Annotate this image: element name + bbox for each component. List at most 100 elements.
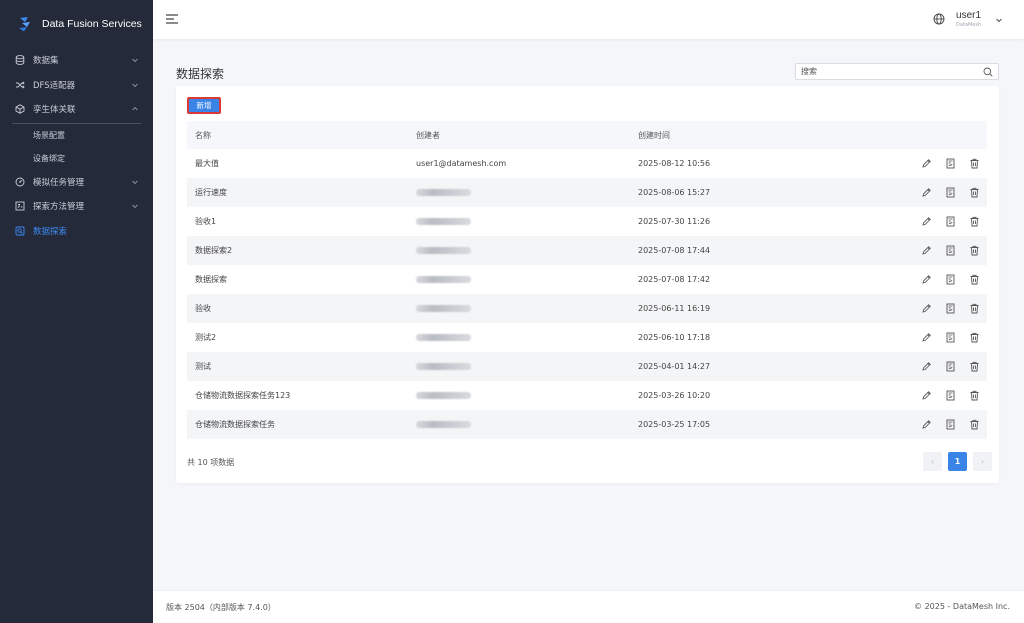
edit-icon[interactable]: [920, 360, 932, 372]
edit-icon[interactable]: [920, 273, 932, 285]
search-input[interactable]: [796, 64, 976, 79]
column-header-creator: 创建者: [416, 130, 440, 140]
add-button[interactable]: 新增: [187, 97, 221, 114]
report-icon[interactable]: [944, 418, 956, 430]
row-creator: [416, 304, 471, 313]
sidebar-item-datasets[interactable]: 数据集: [0, 48, 153, 73]
row-name: 仓储物流数据探索任务: [195, 420, 275, 429]
row-actions: [920, 360, 980, 372]
edit-icon[interactable]: [920, 186, 932, 198]
row-creator: [416, 420, 471, 429]
top-header: user1 DataMesh: [153, 0, 1024, 39]
user-org: DataMesh: [956, 22, 982, 28]
table-row[interactable]: 测试 2025-04-01 14:27: [187, 352, 987, 381]
edit-icon[interactable]: [920, 244, 932, 256]
cube-icon: [15, 104, 25, 114]
sidebar-item-twin-association[interactable]: 孪生体关联: [0, 97, 153, 122]
delete-icon[interactable]: [968, 186, 980, 198]
chevron-down-icon[interactable]: [995, 16, 1003, 24]
edit-icon[interactable]: [920, 302, 932, 314]
delete-icon[interactable]: [968, 244, 980, 256]
row-name: 验收1: [195, 217, 217, 226]
sidebar-item-label: 数据集: [33, 56, 59, 67]
page-button-current[interactable]: 1: [948, 452, 967, 471]
report-icon[interactable]: [944, 273, 956, 285]
delete-icon[interactable]: [968, 360, 980, 372]
row-name: 数据探索2: [195, 246, 233, 255]
search-icon[interactable]: [983, 67, 993, 77]
redacted-creator: [416, 421, 471, 428]
report-icon[interactable]: [944, 389, 956, 401]
sidebar-item-explore-methods[interactable]: 探索方法管理: [0, 194, 153, 219]
logo-icon: [19, 17, 30, 32]
table-row[interactable]: 验收 2025-06-11 16:19: [187, 294, 987, 323]
delete-icon[interactable]: [968, 157, 980, 169]
sidebar-item-label: 孪生体关联: [33, 105, 76, 116]
user-menu[interactable]: user1 DataMesh: [956, 10, 981, 28]
delete-icon[interactable]: [968, 331, 980, 343]
row-creator: [416, 217, 471, 226]
redacted-creator: [416, 189, 471, 196]
report-icon[interactable]: [944, 215, 956, 227]
next-page-button[interactable]: ›: [973, 452, 992, 471]
table-row[interactable]: 仓储物流数据探索任务 2025-03-25 17:05: [187, 410, 987, 439]
brand-title: Data Fusion Services: [42, 18, 142, 30]
version-text: 版本 2504（内部版本 7.4.0）: [166, 603, 276, 612]
sidebar-item-dfs-adapter[interactable]: DFS适配器: [0, 73, 153, 98]
row-time: 2025-04-01 14:27: [638, 362, 711, 371]
table-row[interactable]: 仓储物流数据探索任务123 2025-03-26 10:20: [187, 381, 987, 410]
table-row[interactable]: 最大值 user1@datamesh.com 2025-08-12 10:56: [187, 149, 987, 178]
copyright-text: © 2025 - DataMesh Inc.: [914, 602, 1010, 611]
report-icon[interactable]: [944, 302, 956, 314]
total-count: 共 10 项数据: [187, 458, 235, 467]
table-row[interactable]: 验收1 2025-07-30 11:26: [187, 207, 987, 236]
report-icon[interactable]: [944, 186, 956, 198]
row-creator: [416, 391, 471, 400]
delete-icon[interactable]: [968, 418, 980, 430]
row-actions: [920, 157, 980, 169]
explore-icon: [15, 226, 25, 236]
redacted-creator: [416, 247, 471, 254]
report-icon[interactable]: [944, 157, 956, 169]
prev-page-button[interactable]: ‹: [923, 452, 942, 471]
report-icon[interactable]: [944, 331, 956, 343]
delete-icon[interactable]: [968, 273, 980, 285]
footer: 版本 2504（内部版本 7.4.0） © 2025 - DataMesh In…: [153, 590, 1024, 623]
delete-icon[interactable]: [968, 302, 980, 314]
search-box[interactable]: [795, 63, 999, 80]
redacted-creator: [416, 334, 471, 341]
row-time: 2025-07-08 17:42: [638, 275, 711, 284]
edit-icon[interactable]: [920, 215, 932, 227]
brand[interactable]: Data Fusion Services: [0, 0, 153, 48]
row-name: 仓储物流数据探索任务123: [195, 391, 291, 400]
sidebar-subitem-scene-config[interactable]: 场景配置: [0, 124, 153, 147]
table-body: 最大值 user1@datamesh.com 2025-08-12 10:56 运行速…: [187, 149, 987, 439]
row-name: 验收: [195, 304, 211, 313]
redacted-creator: [416, 363, 471, 370]
user-name: user1: [956, 10, 982, 21]
menu-toggle-icon[interactable]: [165, 13, 179, 25]
row-time: 2025-07-30 11:26: [638, 217, 711, 226]
sidebar-item-label: 探索方法管理: [33, 202, 85, 213]
globe-icon[interactable]: [933, 13, 945, 25]
table-row[interactable]: 运行速度 2025-08-06 15:27: [187, 178, 987, 207]
edit-icon[interactable]: [920, 331, 932, 343]
table-row[interactable]: 测试2 2025-06-10 17:18: [187, 323, 987, 352]
table-row[interactable]: 数据探索 2025-07-08 17:42: [187, 265, 987, 294]
sidebar-item-data-explore[interactable]: 数据探索: [0, 219, 153, 244]
sidebar-subitem-device-binding[interactable]: 设备绑定: [0, 147, 153, 170]
report-icon[interactable]: [944, 360, 956, 372]
chevron-down-icon: [131, 178, 139, 186]
edit-icon[interactable]: [920, 418, 932, 430]
report-icon[interactable]: [944, 244, 956, 256]
delete-icon[interactable]: [968, 215, 980, 227]
row-actions: [920, 244, 980, 256]
sidebar-item-simulation-tasks[interactable]: 模拟任务管理: [0, 170, 153, 195]
table-row[interactable]: 数据探索2 2025-07-08 17:44: [187, 236, 987, 265]
delete-icon[interactable]: [968, 389, 980, 401]
chevron-down-icon: [131, 81, 139, 89]
edit-icon[interactable]: [920, 389, 932, 401]
row-time: 2025-07-08 17:44: [638, 246, 711, 255]
edit-icon[interactable]: [920, 157, 932, 169]
redacted-creator: [416, 276, 471, 283]
